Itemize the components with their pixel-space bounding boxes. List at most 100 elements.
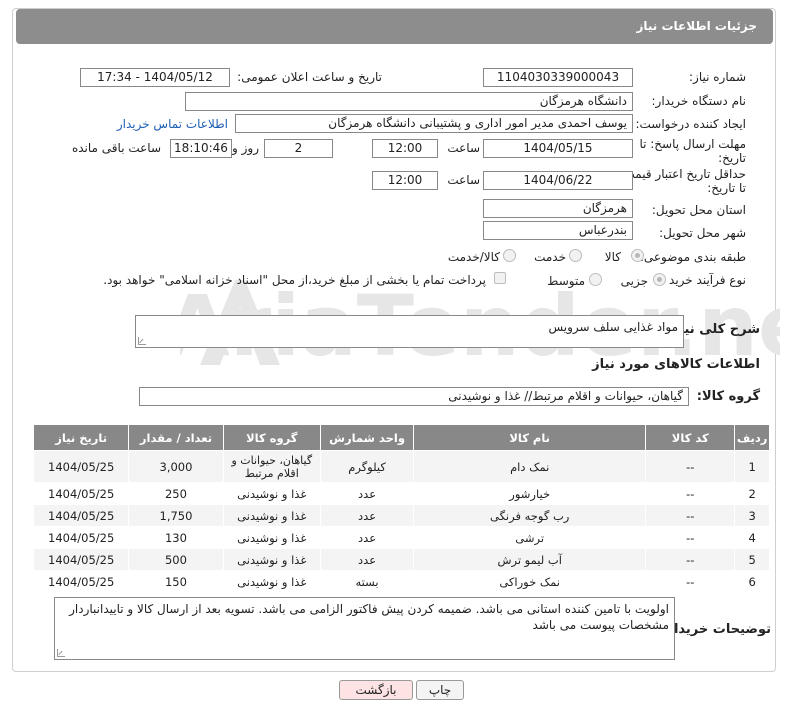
print-button[interactable]: چاپ <box>416 680 464 700</box>
table-row: 6 -- نمک خوراکی بسته غذا و نوشیدنی 150 1… <box>32 570 770 593</box>
resize-handle-icon[interactable] <box>138 337 146 345</box>
cell-row-number: 4 <box>734 526 770 549</box>
deadline-label-1: مهلت ارسال پاسخ: تا <box>639 137 746 151</box>
need-number-label: شماره نیاز: <box>689 70 746 84</box>
need-number-field: 1104030339000043 <box>483 68 633 87</box>
announce-label: تاریخ و ساعت اعلان عمومی: <box>237 70 382 84</box>
resize-handle-icon[interactable] <box>57 649 65 657</box>
description-field: مواد غذایی سلف سرویس <box>135 315 684 348</box>
cell-row-number: 3 <box>734 504 770 527</box>
cell-item-name: آب لیمو ترش <box>413 548 647 571</box>
cell-item-name: نمک دام <box>413 450 647 483</box>
cell-group: غذا و نوشیدنی <box>222 548 321 571</box>
city-field: بندرعباس <box>483 221 633 240</box>
requester-label: ایجاد کننده درخواست: <box>635 117 746 131</box>
back-button[interactable]: بازگشت <box>339 680 413 700</box>
cell-row-number: 1 <box>734 450 770 483</box>
cell-need-date: 1404/05/25 <box>32 548 130 571</box>
cell-item-code: -- <box>645 482 736 505</box>
cell-item-code: -- <box>645 548 736 571</box>
category-label: طبقه بندی موضوعی: <box>639 250 746 264</box>
col-header-unit: واحد شمارش <box>319 424 415 451</box>
cell-quantity: 130 <box>128 526 224 549</box>
category-option-service: خدمت <box>534 250 566 264</box>
cell-need-date: 1404/05/25 <box>32 450 130 483</box>
table-row: 3 -- رب گوجه فرنگی عدد غذا و نوشیدنی 1,7… <box>32 504 770 527</box>
validity-date-field: 1404/06/22 <box>483 171 633 190</box>
cell-need-date: 1404/05/25 <box>32 504 130 527</box>
buyer-contact-link[interactable]: اطلاعات تماس خریدار <box>117 117 228 131</box>
table-row: 1 -- نمک دام کیلوگرم گیاهان، حیوانات و ا… <box>32 450 770 483</box>
process-option-medium: متوسط <box>547 274 585 288</box>
cell-group: غذا و نوشیدنی <box>222 570 321 593</box>
table-row: 5 -- آب لیمو ترش عدد غذا و نوشیدنی 500 1… <box>32 548 770 571</box>
cell-need-date: 1404/05/25 <box>32 482 130 505</box>
cell-unit: عدد <box>319 482 415 505</box>
days-field: 2 <box>264 139 333 158</box>
cell-row-number: 6 <box>734 570 770 593</box>
cell-group: غذا و نوشیدنی <box>222 526 321 549</box>
col-header-row-number: ردیف <box>734 424 770 451</box>
validity-time-field: 12:00 <box>372 171 438 190</box>
province-label: استان محل تحویل: <box>651 203 746 217</box>
requester-field: یوسف احمدی مدیر امور اداری و پشتیبانی دا… <box>235 114 633 133</box>
cell-item-name: نمک خوراکی <box>413 570 647 593</box>
table-header-row: ردیف کد کالا نام کالا واحد شمارش گروه کا… <box>32 424 770 451</box>
cell-quantity: 500 <box>128 548 224 571</box>
cell-unit: کیلوگرم <box>319 450 415 483</box>
announce-field: 1404/05/12 - 17:34 <box>80 68 230 87</box>
col-header-need-date: تاریخ نیاز <box>32 424 130 451</box>
city-label: شهر محل تحویل: <box>659 226 746 240</box>
cell-need-date: 1404/05/25 <box>32 570 130 593</box>
cell-group: غذا و نوشیدنی <box>222 504 321 527</box>
cell-unit: عدد <box>319 526 415 549</box>
table-row: 2 -- خیارشور عدد غذا و نوشیدنی 250 1404/… <box>32 482 770 505</box>
process-radio-small[interactable] <box>653 273 666 286</box>
goods-group-field: گیاهان، حیوانات و اقلام مرتبط// غذا و نو… <box>139 387 689 406</box>
deadline-time-label: ساعت <box>447 141 480 155</box>
cell-quantity: 1,750 <box>128 504 224 527</box>
cell-item-code: -- <box>645 526 736 549</box>
validity-time-label: ساعت <box>447 173 480 187</box>
category-radio-service[interactable] <box>569 249 582 262</box>
cell-group: گیاهان، حیوانات و اقلام مرتبط <box>222 450 321 483</box>
cell-quantity: 3,000 <box>128 450 224 483</box>
payment-checkbox[interactable] <box>494 272 506 284</box>
buyer-notes-text: اولویت با تامین کننده استانی می باشد. ضم… <box>69 602 669 632</box>
process-option-small: جزیی <box>620 274 648 288</box>
days-label: روز و <box>232 141 259 155</box>
buyer-org-field: دانشگاه هرمزگان <box>185 92 633 111</box>
cell-quantity: 150 <box>128 570 224 593</box>
cell-group: غذا و نوشیدنی <box>222 482 321 505</box>
col-header-quantity: تعداد / مقدار <box>128 424 224 451</box>
remaining-label: ساعت باقی مانده <box>71 141 161 155</box>
col-header-group: گروه کالا <box>222 424 321 451</box>
col-header-item-code: کد کالا <box>645 424 736 451</box>
goods-section-title: اطلاعات کالاهای مورد نیاز <box>592 357 760 372</box>
cell-item-code: -- <box>645 504 736 527</box>
deadline-time-field: 12:00 <box>372 139 438 158</box>
category-option-both: کالا/خدمت <box>447 250 500 264</box>
cell-item-name: ترشی <box>413 526 647 549</box>
deadline-label-2: تاریخ: <box>718 151 746 165</box>
category-option-goods: کالا <box>604 250 621 264</box>
goods-group-label: گروه کالا: <box>696 389 760 404</box>
cell-unit: عدد <box>319 548 415 571</box>
description-text: مواد غذایی سلف سرویس <box>548 320 678 334</box>
process-label: نوع فرآیند خرید : <box>661 273 746 287</box>
process-radio-medium[interactable] <box>589 273 602 286</box>
cell-need-date: 1404/05/25 <box>32 526 130 549</box>
buyer-notes-label: توضیحات خریدار: <box>661 622 771 637</box>
deadline-date-field: 1404/05/15 <box>483 139 633 158</box>
col-header-item-name: نام کالا <box>413 424 647 451</box>
cell-row-number: 2 <box>734 482 770 505</box>
remaining-time-field: 18:10:46 <box>170 139 232 158</box>
buyer-notes-field: اولویت با تامین کننده استانی می باشد. ضم… <box>54 597 675 660</box>
payment-note: پرداخت تمام یا بخشی از مبلغ خرید،از محل … <box>103 273 486 287</box>
table-row: 4 -- ترشی عدد غذا و نوشیدنی 130 1404/05/… <box>32 526 770 549</box>
category-radio-goods[interactable] <box>631 249 644 262</box>
cell-row-number: 5 <box>734 548 770 571</box>
category-radio-both[interactable] <box>503 249 516 262</box>
items-table: ردیف کد کالا نام کالا واحد شمارش گروه کا… <box>32 424 770 593</box>
cell-item-name: رب گوجه فرنگی <box>413 504 647 527</box>
